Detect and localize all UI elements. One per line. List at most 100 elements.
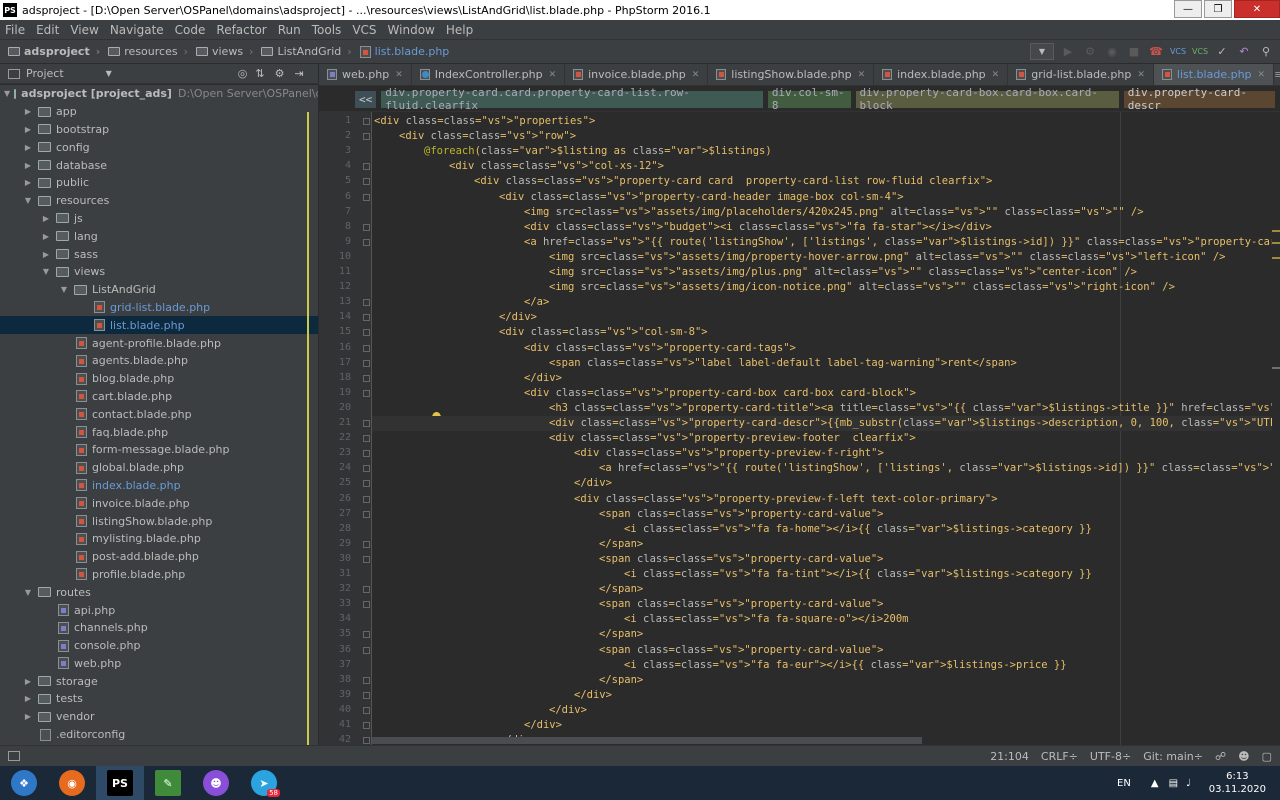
fold-marker-icon[interactable] (363, 586, 370, 594)
breadcrumb-item[interactable]: ListAndGrid › (261, 45, 352, 58)
code-line[interactable]: <div class=class="vs">"col-sm-8"> (372, 325, 708, 340)
tree-item[interactable]: cart.blade.php (0, 388, 318, 406)
tree-item[interactable]: api.php (0, 601, 318, 619)
code-editor[interactable]: <div class=class="vs">"properties"> <div … (372, 112, 1272, 745)
editor-tab[interactable]: list.blade.php ✕ (1153, 64, 1275, 85)
minimize-button[interactable]: — (1174, 0, 1202, 18)
fold-marker-icon[interactable] (363, 495, 370, 503)
code-line[interactable]: <i class=class="vs">"fa fa-square-o"></i… (372, 612, 908, 627)
code-line[interactable]: <span class=class="vs">"property-card-va… (372, 507, 884, 522)
code-line[interactable]: <span class=class="vs">"property-card-va… (372, 597, 884, 612)
editor-tab[interactable]: index.blade.php ✕ (874, 64, 1009, 85)
collapse-all-icon[interactable]: ⇅ (255, 67, 264, 80)
breadcrumb-item[interactable]: resources › (108, 45, 188, 58)
collapsed-arrow-icon[interactable]: ▶ (40, 250, 52, 259)
coverage-icon[interactable]: ◉ (1104, 44, 1120, 60)
fold-marker-icon[interactable] (363, 435, 370, 443)
tree-item[interactable]: ▼ ListAndGrid (0, 281, 318, 299)
inspector-icon[interactable]: ☻ (1238, 750, 1249, 763)
tree-item[interactable]: ▶ lang (0, 227, 318, 245)
menu-edit[interactable]: Edit (31, 23, 65, 37)
code-line[interactable]: <div class=class="vs">"property-preview-… (372, 492, 998, 507)
close-tab-icon[interactable]: ✕ (692, 70, 700, 80)
code-line[interactable]: </div> (372, 476, 612, 491)
tree-item[interactable]: mylisting.blade.php (0, 530, 318, 548)
tree-item[interactable]: post-add.blade.php (0, 548, 318, 566)
language-indicator[interactable]: EN (1117, 778, 1131, 789)
caret-position[interactable]: 21:104 (990, 750, 1029, 763)
code-line[interactable]: </span> (372, 537, 643, 552)
vcs-update-icon[interactable]: VCS (1170, 44, 1186, 60)
code-line[interactable]: @foreach(class="var">$listing as class="… (372, 144, 772, 159)
menu-navigate[interactable]: Navigate (105, 23, 170, 37)
tree-item[interactable]: ▼ adsproject [project_ads] D:\Open Server\… (0, 85, 318, 103)
fold-marker-icon[interactable] (363, 223, 370, 231)
tag-crumb[interactable]: div.property-card.card.property-card-lis… (381, 86, 763, 112)
vcs-history-icon[interactable]: ✓ (1214, 44, 1230, 60)
fold-marker-icon[interactable] (363, 133, 370, 141)
fold-marker-icon[interactable] (363, 178, 370, 186)
stop-icon[interactable]: ■ (1126, 44, 1142, 60)
fold-marker-icon[interactable] (363, 238, 370, 246)
code-line[interactable]: <a href=class="vs">"{{ route('listingSho… (372, 235, 1272, 250)
telegram-icon[interactable]: ➤ 58 (240, 766, 288, 800)
fold-marker-icon[interactable] (363, 737, 370, 745)
volume-icon[interactable]: ♩ (1186, 778, 1191, 789)
revert-icon[interactable]: ↶ (1236, 44, 1252, 60)
tree-item[interactable]: invoice.blade.php (0, 494, 318, 512)
tag-crumb[interactable]: div.property-card-box.card-box.card-bloc… (855, 86, 1119, 112)
event-log-icon[interactable]: ▢ (1262, 750, 1272, 763)
fold-marker-icon[interactable] (363, 344, 370, 352)
editor-tab[interactable]: IndexController.php ✕ (412, 64, 566, 85)
lock-icon[interactable]: ☍ (1215, 750, 1226, 763)
code-line[interactable]: <div class=class="vs">"property-card-des… (372, 416, 1272, 431)
code-line[interactable]: <h3 class=class="vs">"property-card-titl… (372, 401, 1272, 416)
fold-marker-icon[interactable] (363, 646, 370, 654)
collapsed-arrow-icon[interactable]: ▶ (22, 712, 34, 721)
editor-tab[interactable]: listingShow.blade.php ✕ (708, 64, 875, 85)
close-button[interactable]: ✕ (1234, 0, 1280, 18)
chevron-down-icon[interactable]: ▼ (106, 69, 112, 78)
tree-item[interactable]: ▶ public (0, 174, 318, 192)
tree-item[interactable]: blog.blade.php (0, 370, 318, 388)
tree-item[interactable]: list.blade.php (0, 316, 318, 335)
project-view-selector[interactable]: Project (26, 67, 64, 80)
close-tab-icon[interactable]: ✕ (549, 70, 557, 80)
collapsed-arrow-icon[interactable]: ▶ (22, 107, 34, 116)
fold-marker-icon[interactable] (363, 722, 370, 729)
tag-crumbs-back-button[interactable]: << (355, 90, 377, 108)
collapsed-arrow-icon[interactable]: ▶ (22, 143, 34, 152)
horizontal-scrollbar[interactable] (372, 737, 922, 744)
menu-refactor[interactable]: Refactor (211, 23, 272, 37)
code-line[interactable]: <div class=class="vs">"property-preview-… (372, 431, 916, 446)
clock[interactable]: 6:13 03.11.2020 (1209, 770, 1266, 796)
tree-item[interactable]: ▶ config (0, 138, 318, 156)
tree-item[interactable]: ▶ sass (0, 245, 318, 263)
collapsed-arrow-icon[interactable]: ▶ (22, 677, 34, 686)
code-line[interactable]: <div class=class="vs">"budget"><i class=… (372, 220, 992, 235)
fold-marker-icon[interactable] (363, 555, 370, 563)
tree-item[interactable]: ▼ resources (0, 192, 318, 210)
close-tab-icon[interactable]: ✕ (1137, 70, 1145, 80)
fold-marker-icon[interactable] (363, 631, 370, 639)
fold-marker-icon[interactable] (363, 329, 370, 337)
fold-marker-icon[interactable] (363, 389, 370, 397)
fold-marker-icon[interactable] (363, 691, 370, 699)
fold-marker-icon[interactable] (363, 299, 370, 307)
menu-code[interactable]: Code (170, 23, 212, 37)
fold-marker-icon[interactable] (363, 374, 370, 382)
editor-tab[interactable]: web.php ✕ (319, 64, 412, 85)
menu-vcs[interactable]: VCS (347, 23, 382, 37)
listen-debug-icon[interactable]: ☎ (1148, 44, 1164, 60)
tree-item[interactable]: faq.blade.php (0, 423, 318, 441)
collapsed-arrow-icon[interactable]: ▶ (22, 694, 34, 703)
fold-marker-icon[interactable] (363, 676, 370, 684)
tree-item[interactable]: web.php (0, 655, 318, 673)
tool-windows-icon[interactable] (8, 751, 20, 761)
tree-item[interactable]: index.blade.php (0, 477, 318, 495)
menu-run[interactable]: Run (273, 23, 307, 37)
code-line[interactable]: <div class=class="vs">"properties"> (372, 114, 595, 129)
tree-item[interactable]: console.php (0, 637, 318, 655)
target-icon[interactable]: ◎ (238, 67, 248, 80)
close-tab-icon[interactable]: ✕ (992, 70, 1000, 80)
